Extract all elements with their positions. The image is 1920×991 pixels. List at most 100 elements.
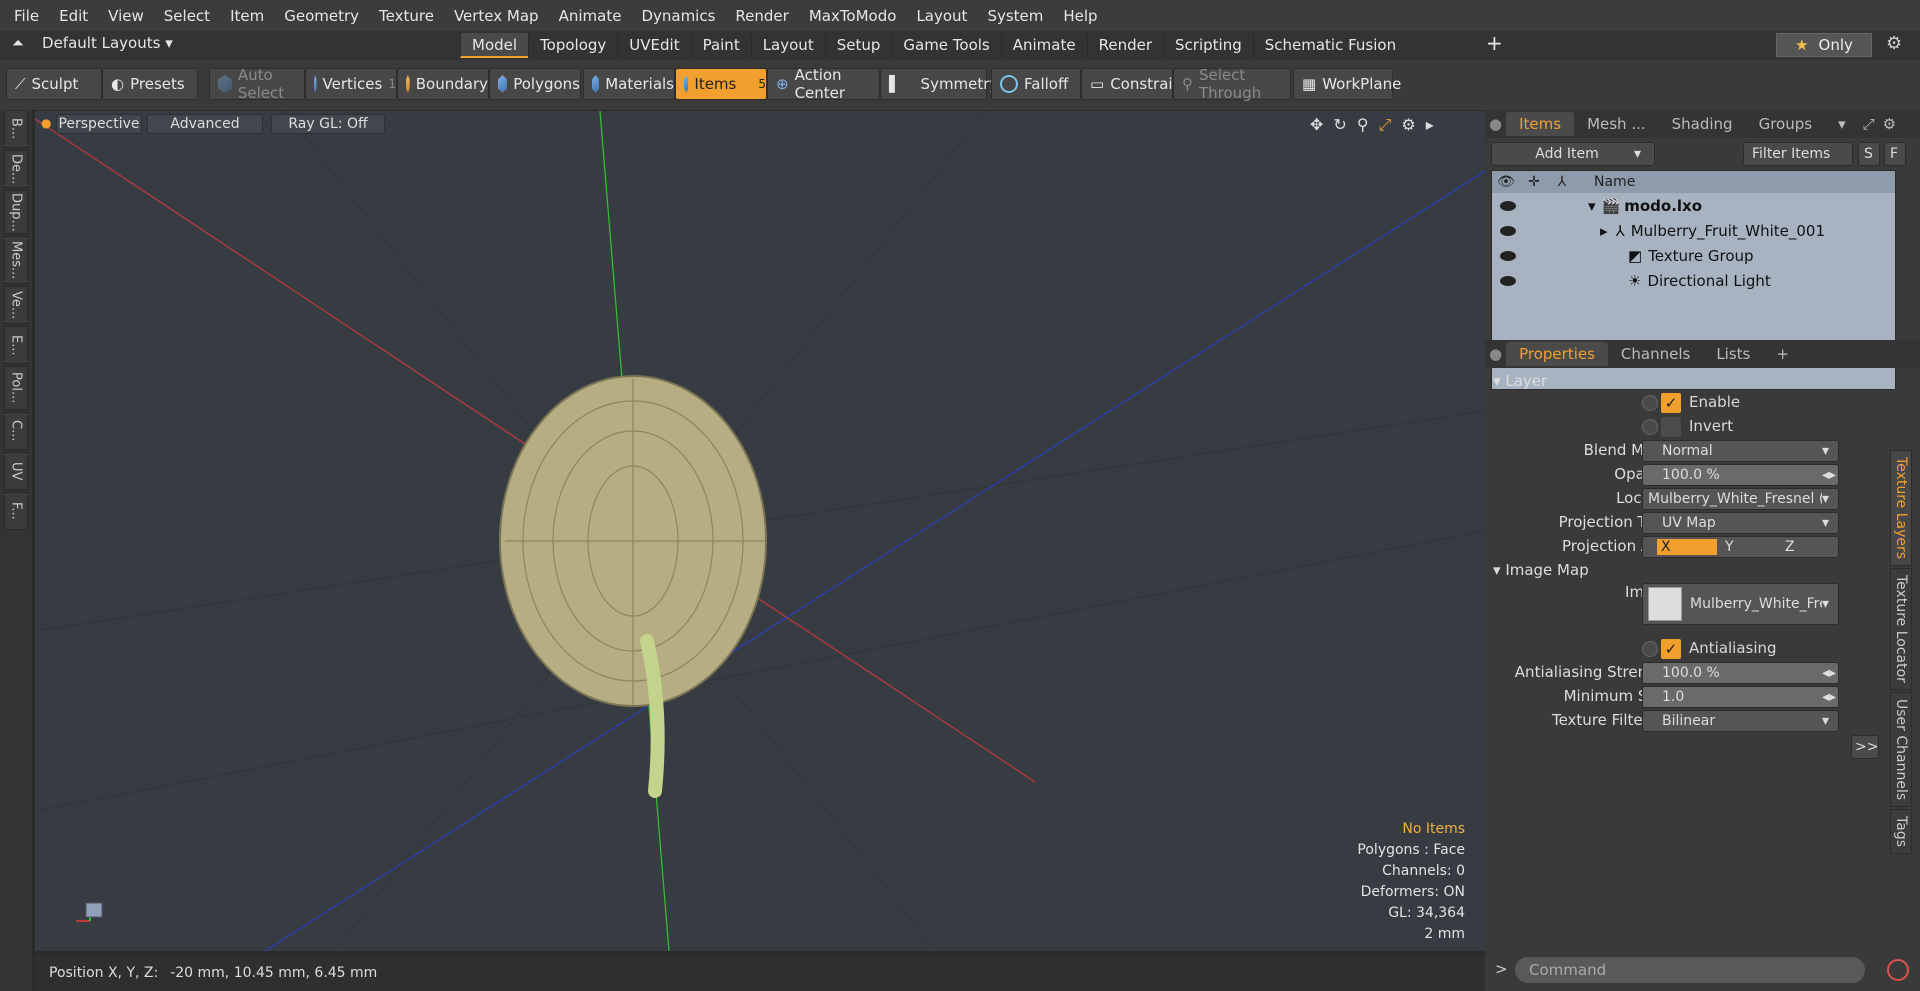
axis-z-button[interactable]: Z — [1777, 539, 1837, 555]
gear-icon[interactable]: ⚙ — [1886, 33, 1902, 54]
filter-items-button[interactable]: Filter Items — [1743, 142, 1853, 166]
tab-game-tools[interactable]: Game Tools — [891, 33, 1000, 58]
raygl-button[interactable]: Ray GL: Off — [271, 114, 385, 134]
up-arrow-icon[interactable]: ⏶ — [12, 34, 24, 52]
left-tab-basic[interactable]: B... — [4, 110, 28, 148]
menu-help[interactable]: Help — [1063, 7, 1097, 25]
boundary-button[interactable]: Boundary — [397, 68, 489, 100]
min-spot-field[interactable]: 1.0 ◂▸ — [1642, 686, 1839, 708]
layout-selector[interactable]: ⏶ Default Layouts ▾ — [12, 34, 173, 52]
expand-arrow-icon[interactable]: ▾ — [1588, 197, 1596, 215]
eye-icon[interactable] — [1500, 226, 1516, 236]
invert-checkbox[interactable] — [1661, 417, 1681, 437]
menu-view[interactable]: View — [108, 7, 144, 25]
axis-y-button[interactable]: Y — [1717, 539, 1777, 555]
items-panel-gear-icon[interactable]: ⚙ — [1879, 112, 1900, 136]
invert-knob[interactable] — [1642, 419, 1658, 435]
constraints-button[interactable]: ▭ Constrai... — [1081, 68, 1187, 100]
menu-render[interactable]: Render — [735, 7, 788, 25]
fruit-stem[interactable] — [640, 634, 665, 798]
tab-shading[interactable]: Shading — [1659, 112, 1746, 136]
slider-arrows-icon[interactable]: ◂▸ — [1822, 665, 1838, 681]
opacity-field[interactable]: 100.0 % ◂▸ — [1642, 464, 1839, 486]
layer-section-header[interactable]: ▾ Layer — [1493, 372, 1547, 390]
tab-properties[interactable]: Properties — [1506, 342, 1608, 366]
eye-icon[interactable] — [1500, 201, 1516, 211]
item-row-light[interactable]: ☀ Directional Light — [1492, 268, 1895, 293]
items-panel-menu-icon[interactable]: ▾ — [1825, 112, 1859, 136]
tab-scripting[interactable]: Scripting — [1163, 33, 1253, 58]
advanced-button[interactable]: Advanced — [147, 114, 263, 134]
image-map-section-header[interactable]: ▾ Image Map — [1493, 561, 1589, 579]
tab-groups[interactable]: Groups — [1746, 112, 1825, 136]
antialiasing-knob[interactable] — [1642, 641, 1658, 657]
sculpt-button[interactable]: ⟋ Sculpt — [6, 68, 102, 100]
menu-file[interactable]: File — [14, 7, 39, 25]
more-button[interactable]: >> — [1851, 735, 1879, 759]
viewport-gear-icon[interactable]: ⚙ — [1401, 115, 1415, 135]
side-tab-tags[interactable]: Tags — [1890, 809, 1912, 855]
antialiasing-checkbox[interactable]: ✓ — [1661, 639, 1681, 659]
image-select[interactable]: Mulberry_White_Fre ... ▾ — [1642, 583, 1839, 625]
side-tab-texture-layers[interactable]: Texture Layers — [1890, 450, 1912, 567]
tab-uvedit[interactable]: UVEdit — [617, 33, 690, 58]
action-center-button[interactable]: ⊕ Action Center — [767, 66, 880, 102]
presets-button[interactable]: ◐ Presets — [102, 68, 198, 100]
record-icon[interactable] — [1887, 959, 1909, 981]
3d-viewport[interactable]: ● Perspective Advanced Ray GL: Off ✥ ↻ ⚲… — [35, 111, 1485, 951]
select-through-button[interactable]: ⚲ Select Through — [1173, 66, 1291, 102]
enable-checkbox[interactable]: ✓ — [1661, 393, 1681, 413]
left-tab-uv[interactable]: UV — [4, 452, 28, 490]
menu-edit[interactable]: Edit — [59, 7, 88, 25]
tab-setup[interactable]: Setup — [824, 33, 892, 58]
viewport-dot-icon[interactable]: ● — [41, 116, 51, 130]
add-props-tab-icon[interactable]: + — [1763, 342, 1802, 366]
left-tab-curve[interactable]: C... — [4, 412, 28, 450]
add-item-button[interactable]: Add Item ▾ — [1491, 142, 1655, 166]
tab-channels[interactable]: Channels — [1608, 342, 1703, 366]
items-button[interactable]: Items 5 — [675, 68, 767, 100]
menu-dynamics[interactable]: Dynamics — [641, 7, 715, 25]
menu-layout[interactable]: Layout — [916, 7, 967, 25]
perspective-button[interactable]: Perspective — [56, 114, 142, 134]
move-view-icon[interactable]: ✥ — [1310, 115, 1323, 135]
maximize-icon[interactable]: ⤢ — [1379, 115, 1392, 135]
tab-mesh[interactable]: Mesh ... — [1574, 112, 1659, 136]
falloff-button[interactable]: Falloff — [991, 68, 1081, 100]
item-row-texture-group[interactable]: ◩ Texture Group — [1492, 243, 1895, 268]
vertices-button[interactable]: Vertices 1 — [305, 68, 397, 100]
tab-animate[interactable]: Animate — [1000, 33, 1087, 58]
slider-arrows-icon[interactable]: ◂▸ — [1822, 467, 1838, 483]
left-tab-fusion[interactable]: F... — [4, 492, 28, 530]
tab-render[interactable]: Render — [1086, 33, 1163, 58]
add-tab-icon[interactable]: + — [1486, 31, 1503, 55]
side-tab-texture-locator[interactable]: Texture Locator — [1890, 568, 1912, 690]
tab-items[interactable]: Items — [1506, 112, 1575, 136]
menu-animate[interactable]: Animate — [559, 7, 622, 25]
auto-select-button[interactable]: Auto Select — [209, 66, 305, 102]
slider-arrows-icon[interactable]: ◂▸ — [1822, 689, 1838, 705]
s-button[interactable]: S — [1858, 142, 1880, 166]
eye-icon[interactable] — [1500, 251, 1516, 261]
aa-strength-field[interactable]: 100.0 % ◂▸ — [1642, 662, 1839, 684]
left-tab-mesh-edit[interactable]: Mes... — [4, 236, 28, 284]
left-tab-deform[interactable]: De... — [4, 150, 28, 188]
materials-button[interactable]: Materials — [583, 68, 675, 100]
only-button[interactable]: ★ Only — [1776, 33, 1872, 57]
locator-select[interactable]: Mulberry_White_Fresnel (Ima...▾ — [1642, 488, 1839, 510]
axis-x-button[interactable]: X — [1657, 539, 1717, 555]
side-tab-user-channels[interactable]: User Channels — [1890, 691, 1912, 808]
menu-maxtomodo[interactable]: MaxToModo — [809, 7, 897, 25]
menu-item[interactable]: Item — [230, 7, 264, 25]
item-row-scene[interactable]: ▾ 🎬 modo.lxo — [1492, 193, 1895, 218]
tab-schematic-fusion[interactable]: Schematic Fusion — [1252, 33, 1407, 58]
left-tab-edge[interactable]: E... — [4, 326, 28, 364]
menu-select[interactable]: Select — [164, 7, 210, 25]
play-arrow-icon[interactable]: ▸ — [1426, 115, 1434, 135]
menu-geometry[interactable]: Geometry — [284, 7, 359, 25]
menu-vertex-map[interactable]: Vertex Map — [454, 7, 539, 25]
eye-icon[interactable] — [1500, 276, 1516, 286]
projection-type-select[interactable]: UV Map ▾ — [1642, 512, 1839, 534]
menu-system[interactable]: System — [987, 7, 1043, 25]
left-tab-duplicate[interactable]: Dup... — [4, 190, 28, 234]
